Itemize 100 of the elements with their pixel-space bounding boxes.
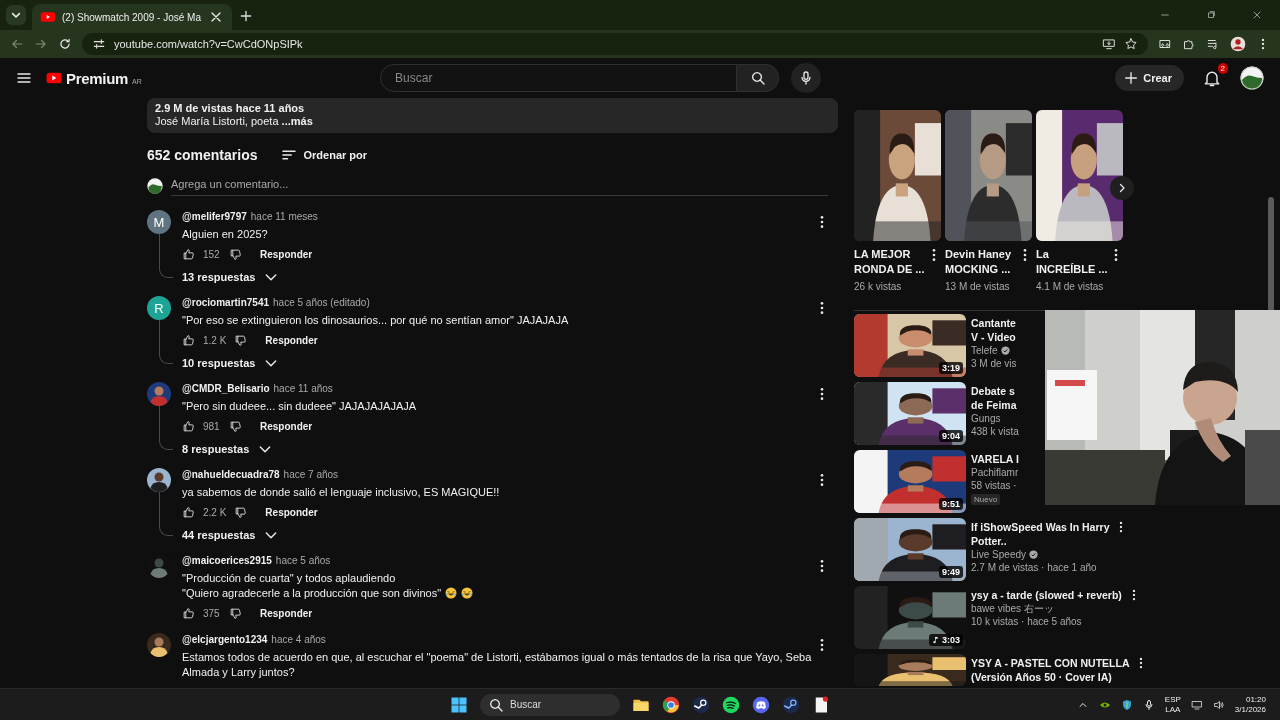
short-title[interactable]: La INCREÍBLE ...	[1036, 247, 1108, 277]
dislike-icon[interactable]	[234, 505, 248, 519]
comment-text: "Producción de cuarta" y todos aplaudiendo "Quiero agradecerle a la producción que son divinos"	[182, 571, 814, 601]
language-indicator[interactable]: ESP LAA	[1164, 694, 1181, 715]
duration-badge: 3:03	[929, 634, 963, 646]
create-button[interactable]: Crear	[1115, 65, 1184, 91]
replies-toggle[interactable]: 10 respuestas	[182, 352, 280, 374]
dislike-icon[interactable]	[229, 606, 242, 620]
comment-author[interactable]: @CMDR_Belisario	[182, 383, 270, 394]
notification-badge: 2	[1217, 63, 1228, 74]
comment-author[interactable]: @elcjargento1234	[182, 634, 268, 645]
video-meta: 438 k vista	[971, 425, 1019, 438]
search-icon	[488, 696, 504, 713]
scrollbar-thumb[interactable]	[1268, 197, 1274, 312]
comment-author[interactable]: @melifer9797	[182, 211, 247, 222]
avatar[interactable]	[1230, 36, 1246, 52]
comment-text: Alguien en 2025?	[182, 227, 269, 242]
video-title[interactable]: VARELA I	[971, 452, 1019, 466]
avatar[interactable]: M	[147, 210, 171, 234]
short-title[interactable]: Devin Haney MOCKING ...	[945, 247, 1017, 277]
play-logo-icon	[40, 9, 56, 25]
comment-time: hace 4 años	[271, 634, 326, 645]
extension-icon[interactable]	[1182, 37, 1196, 51]
channel-name[interactable]: Telefe	[971, 344, 998, 357]
next-button[interactable]	[1110, 176, 1134, 200]
video-meta: 58 vistas ·	[971, 479, 1017, 492]
video-title[interactable]: If iShowSpeed Was In Harry Potter..	[971, 520, 1110, 548]
short-title[interactable]: LA MEJOR RONDA DE ...	[854, 247, 926, 277]
search-field[interactable]: Buscar	[380, 64, 738, 92]
sort-button[interactable]: Ordenar por	[279, 146, 368, 164]
like-icon[interactable]	[182, 606, 195, 620]
logo-text[interactable]: Premium	[66, 69, 129, 87]
replies-toggle[interactable]: 44 respuestas	[182, 524, 280, 546]
windows-logo-icon[interactable]	[450, 695, 468, 714]
reload-icon[interactable]	[58, 37, 72, 51]
comment-time: hace 5 años	[275, 555, 331, 566]
channel-name[interactable]: Live Speedy	[971, 548, 1027, 561]
media-icon[interactable]	[1158, 37, 1172, 51]
star-icon[interactable]	[1124, 37, 1138, 51]
reply-button[interactable]: Responder	[260, 248, 313, 260]
description-box[interactable]: 2.9 M de vistas hace 11 años José María Listorti, poeta ...más	[147, 98, 838, 133]
channel-name[interactable]: Pachiflamr	[971, 466, 1019, 479]
comment-time: hace 5 años (editado)	[273, 297, 370, 308]
reply-button[interactable]: Responder	[260, 607, 313, 619]
plus-icon	[1123, 70, 1140, 86]
thread-line	[159, 234, 173, 278]
plus-icon[interactable]	[238, 8, 254, 24]
reply-button[interactable]: Responder	[260, 420, 313, 432]
like-icon[interactable]	[182, 419, 195, 433]
browser-tab[interactable]: (2) Showmatch 2009 - José Ma	[32, 4, 232, 30]
view-count: 26 k vistas	[854, 281, 903, 292]
comment-author[interactable]: @nahueldecuadra78	[182, 469, 280, 480]
video-title[interactable]: ysy a - tarde (slowed + reverb)	[971, 588, 1122, 602]
reply-button[interactable]: Responder	[265, 334, 318, 346]
menu-icon[interactable]	[16, 70, 32, 86]
comment-input[interactable]: Agrega un comentario...	[171, 175, 828, 196]
dislike-icon[interactable]	[234, 333, 248, 347]
comment-author[interactable]: @rociomartin7541	[182, 297, 269, 308]
reply-button[interactable]: Responder	[265, 506, 318, 518]
channel-name[interactable]: Gungs	[971, 412, 1001, 425]
avatar	[147, 177, 163, 194]
like-icon[interactable]	[182, 505, 195, 519]
browser-icon[interactable]	[662, 695, 680, 714]
chat-app-icon[interactable]	[752, 695, 770, 714]
comment-time: hace 11 años	[273, 383, 333, 394]
search-button[interactable]	[737, 64, 780, 92]
like-icon[interactable]	[182, 333, 195, 347]
forward-icon[interactable]	[34, 37, 48, 51]
comment-text: ya sabemos de donde salió el lenguaje inclusivo, ES MAGIQUE!!	[182, 485, 501, 500]
install-icon[interactable]	[1102, 37, 1116, 51]
video-title[interactable]: YSY A - PASTEL CON NUTELLA (Versión Años 50 · Cover IA)	[971, 656, 1130, 684]
new-badge: Nuevo	[971, 494, 1001, 505]
music-app-icon[interactable]	[722, 695, 740, 714]
video-title[interactable]: Cantante V - Video	[971, 316, 1016, 344]
back-icon[interactable]	[10, 37, 24, 51]
playlist-icon[interactable]	[1206, 37, 1220, 51]
address-bar[interactable]: youtube.com/watch?v=CwCdONpSIPk	[82, 33, 1148, 55]
replies-toggle[interactable]: 8 respuestas	[182, 438, 274, 460]
view-count: 13 M de vistas	[945, 281, 1011, 292]
speaker-icon[interactable]	[1212, 698, 1225, 711]
comment-count: 652 comentarios	[147, 147, 258, 163]
tab-list-button[interactable]	[6, 5, 26, 25]
video-title[interactable]: Debate s de Feima	[971, 384, 1017, 412]
comment-text: Estamos todos de acuerdo en que, al escuchar el "poema" de Listorti, estábamos igual o más tentados de la risa que Yayo, Seba Almada y Larry juntos?	[182, 650, 813, 680]
replies-toggle[interactable]: 13 respuestas	[182, 266, 280, 288]
shield-icon[interactable]	[1120, 698, 1133, 711]
dislike-icon[interactable]	[229, 419, 242, 433]
taskbar-search[interactable]: Buscar	[480, 693, 620, 716]
clock[interactable]: 01:20 3/1/2026	[1234, 694, 1266, 715]
view-count: 4.1 M de vistas	[1036, 281, 1105, 292]
like-count: 375	[203, 607, 221, 619]
comment-author[interactable]: @maicoerices2915	[182, 555, 272, 566]
avatar[interactable]	[1240, 66, 1264, 90]
mic-icon[interactable]	[1142, 698, 1155, 711]
like-count: 152	[203, 248, 221, 260]
comment-time: hace 11 meses	[250, 211, 318, 222]
dislike-icon[interactable]	[229, 247, 242, 261]
channel-name[interactable]: bawe vibes 右ーッ	[971, 602, 1054, 615]
voice-search-button[interactable]	[791, 63, 822, 93]
like-icon[interactable]	[182, 247, 195, 261]
